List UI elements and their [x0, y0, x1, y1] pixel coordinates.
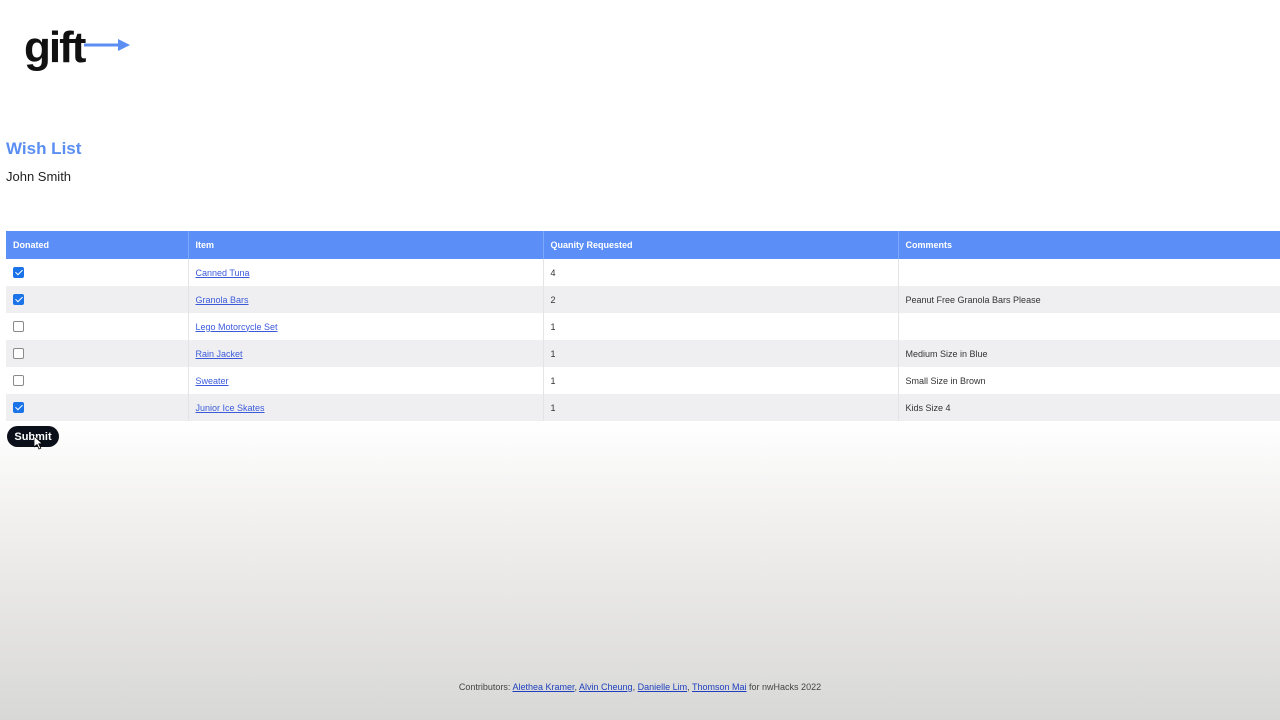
item-link[interactable]: Lego Motorcycle Set: [196, 322, 278, 332]
table-row: Junior Ice Skates 1 Kids Size 4: [6, 394, 1280, 421]
item-link[interactable]: Rain Jacket: [196, 349, 243, 359]
quantity-cell: 4: [543, 259, 899, 286]
column-header-quantity: Quanity Requested: [543, 231, 899, 259]
recipient-name: John Smith: [6, 169, 72, 184]
table-row: Rain Jacket 1 Medium Size in Blue: [6, 340, 1280, 367]
column-header-item: Item: [188, 231, 544, 259]
donated-checkbox[interactable]: [13, 294, 24, 306]
contributor-link[interactable]: Alvin Cheung: [579, 682, 633, 692]
donated-checkbox[interactable]: [13, 375, 24, 387]
mouse-cursor-icon: [34, 436, 44, 450]
comment-cell: [898, 313, 1280, 340]
comment-cell: Medium Size in Blue: [898, 340, 1280, 367]
table-header-row: Donated Item Quanity Requested Comments: [6, 231, 1280, 259]
table-row: Canned Tuna 4: [6, 259, 1280, 286]
donated-checkbox[interactable]: [13, 402, 24, 414]
donated-checkbox[interactable]: [13, 267, 24, 279]
comment-cell: [898, 259, 1280, 286]
page-title: Wish List: [6, 139, 82, 158]
footer-prefix: Contributors:: [458, 682, 511, 692]
comment-cell: Small Size in Brown: [898, 367, 1280, 394]
submit-button[interactable]: Submit: [7, 426, 59, 447]
contributor-link[interactable]: Alethea Kramer: [512, 682, 574, 692]
contributor-link[interactable]: Danielle Lim: [638, 682, 688, 692]
donated-checkbox[interactable]: [13, 348, 24, 360]
item-link[interactable]: Sweater: [196, 376, 229, 386]
item-link[interactable]: Granola Bars: [196, 295, 249, 305]
arrow-right-icon: [84, 39, 130, 51]
table-row: Granola Bars 2 Peanut Free Granola Bars …: [6, 286, 1280, 313]
item-link[interactable]: Junior Ice Skates: [196, 403, 265, 413]
table-row: Sweater 1 Small Size in Brown: [6, 367, 1280, 394]
column-header-donated: Donated: [6, 231, 189, 259]
column-header-comments: Comments: [898, 231, 1280, 259]
quantity-cell: 1: [543, 313, 899, 340]
wish-list-table: Donated Item Quanity Requested Comments …: [6, 231, 1280, 421]
item-link[interactable]: Canned Tuna: [196, 268, 250, 278]
quantity-cell: 1: [543, 394, 899, 421]
footer-suffix: for nwHacks 2022: [749, 682, 822, 692]
donated-checkbox[interactable]: [13, 321, 24, 333]
quantity-cell: 1: [543, 367, 899, 394]
logo-text: gift: [24, 23, 86, 72]
comment-cell: Kids Size 4: [898, 394, 1280, 421]
footer-credits: Contributors: Alethea Kramer, Alvin Cheu…: [458, 682, 822, 692]
gift-logo[interactable]: gift: [24, 23, 130, 78]
quantity-cell: 1: [543, 340, 899, 367]
quantity-cell: 2: [543, 286, 899, 313]
comment-cell: Peanut Free Granola Bars Please: [898, 286, 1280, 313]
contributor-link[interactable]: Thomson Mai: [692, 682, 747, 692]
table-row: Lego Motorcycle Set 1: [6, 313, 1280, 340]
